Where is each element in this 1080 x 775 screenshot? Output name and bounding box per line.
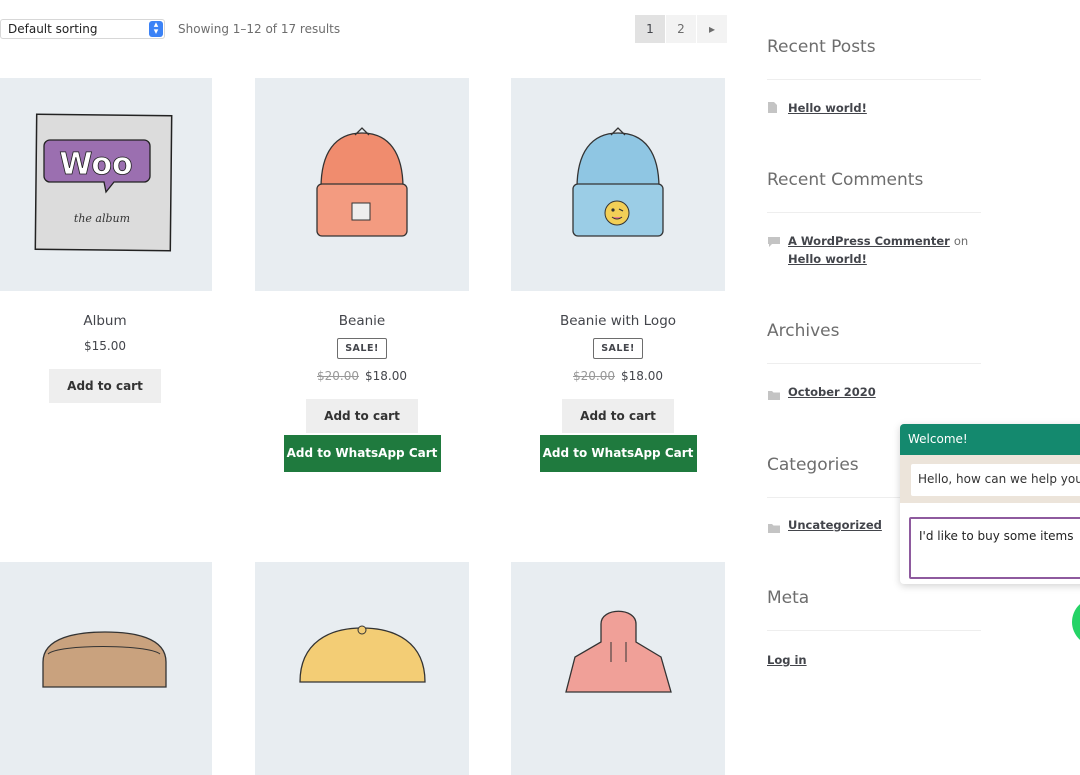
product-image-beanie-with-logo[interactable] bbox=[511, 78, 725, 291]
add-to-cart-button[interactable]: Add to cart bbox=[49, 369, 161, 403]
product-price: $20.00 $18.00 bbox=[317, 369, 407, 383]
categories-title: Categories bbox=[767, 455, 859, 475]
divider bbox=[767, 212, 981, 213]
chat-messages: Hello, how can we help you? bbox=[900, 455, 1080, 503]
album-subtitle: the album bbox=[74, 212, 130, 225]
sort-select[interactable]: Default sorting ▴ ▾ bbox=[0, 19, 165, 39]
comment-icon bbox=[767, 233, 781, 252]
folder-icon bbox=[767, 386, 781, 405]
recent-post-link[interactable]: Hello world! bbox=[788, 99, 867, 117]
recent-posts-title: Recent Posts bbox=[767, 37, 876, 57]
comment-on-text: on bbox=[953, 234, 969, 248]
add-to-whatsapp-cart-button[interactable]: Add to WhatsApp Cart bbox=[539, 435, 697, 472]
add-to-whatsapp-cart-button[interactable]: Add to WhatsApp Cart bbox=[283, 435, 441, 472]
product-price: $20.00 $18.00 bbox=[573, 369, 663, 383]
product-cap bbox=[255, 562, 469, 775]
product-image-beanie[interactable] bbox=[255, 78, 469, 291]
archives-title: Archives bbox=[767, 321, 840, 341]
archive-link[interactable]: October 2020 bbox=[788, 383, 876, 401]
next-page-icon[interactable]: ▸ bbox=[697, 15, 727, 43]
divider bbox=[767, 363, 981, 364]
product-beanie: Beanie SALE! $20.00 $18.00 Add to cart Ad… bbox=[255, 78, 469, 472]
album-logo-text: Woo bbox=[59, 147, 132, 182]
product-image-belt[interactable] bbox=[0, 562, 212, 775]
product-hoodie bbox=[511, 562, 725, 775]
select-arrows-icon: ▴ ▾ bbox=[149, 21, 163, 37]
product-title[interactable]: Beanie with Logo bbox=[511, 313, 725, 329]
product-title[interactable]: Beanie bbox=[255, 313, 469, 329]
sale-badge: SALE! bbox=[593, 338, 643, 359]
chat-message-input[interactable]: I'd like to buy some items bbox=[909, 517, 1080, 579]
add-to-cart-button[interactable]: Add to cart bbox=[562, 399, 674, 433]
divider bbox=[767, 79, 981, 80]
document-icon bbox=[767, 99, 778, 118]
product-beanie-with-logo: Beanie with Logo SALE! $20.00 $18.00 Add … bbox=[511, 78, 725, 472]
folder-icon bbox=[767, 519, 781, 538]
recent-comments-title: Recent Comments bbox=[767, 170, 924, 190]
meta-title: Meta bbox=[767, 588, 810, 608]
product-title[interactable]: Album bbox=[0, 313, 212, 329]
recent-comment: A WordPress Commenter on Hello world! bbox=[788, 232, 978, 268]
product-image-hoodie[interactable] bbox=[511, 562, 725, 775]
page-2[interactable]: 2 bbox=[666, 15, 696, 43]
add-to-cart-button[interactable]: Add to cart bbox=[306, 399, 418, 433]
divider bbox=[767, 630, 981, 631]
chat-header: Welcome! bbox=[900, 424, 1080, 455]
result-count: Showing 1–12 of 17 results bbox=[178, 22, 341, 36]
pagination: 1 2 ▸ bbox=[635, 15, 728, 43]
whatsapp-floating-button[interactable] bbox=[1072, 598, 1080, 646]
product-belt bbox=[0, 562, 212, 775]
chat-greeting: Hello, how can we help you? bbox=[911, 464, 1080, 496]
category-link[interactable]: Uncategorized bbox=[788, 516, 882, 534]
sale-badge: SALE! bbox=[337, 338, 387, 359]
chat-widget: Welcome! Hello, how can we help you? I'd… bbox=[900, 424, 1080, 584]
comment-post-link[interactable]: Hello world! bbox=[788, 252, 867, 266]
product-price: $15.00 bbox=[84, 339, 126, 353]
product-image-cap[interactable] bbox=[255, 562, 469, 775]
sort-value: Default sorting bbox=[8, 22, 98, 36]
page-1: 1 bbox=[635, 15, 665, 43]
login-link[interactable]: Log in bbox=[767, 651, 807, 669]
comment-author-link[interactable]: A WordPress Commenter bbox=[788, 234, 950, 248]
product-image-album[interactable]: Woo the album bbox=[0, 78, 212, 291]
product-album: Woo the album Album $15.00 Add to cart bbox=[0, 78, 212, 403]
